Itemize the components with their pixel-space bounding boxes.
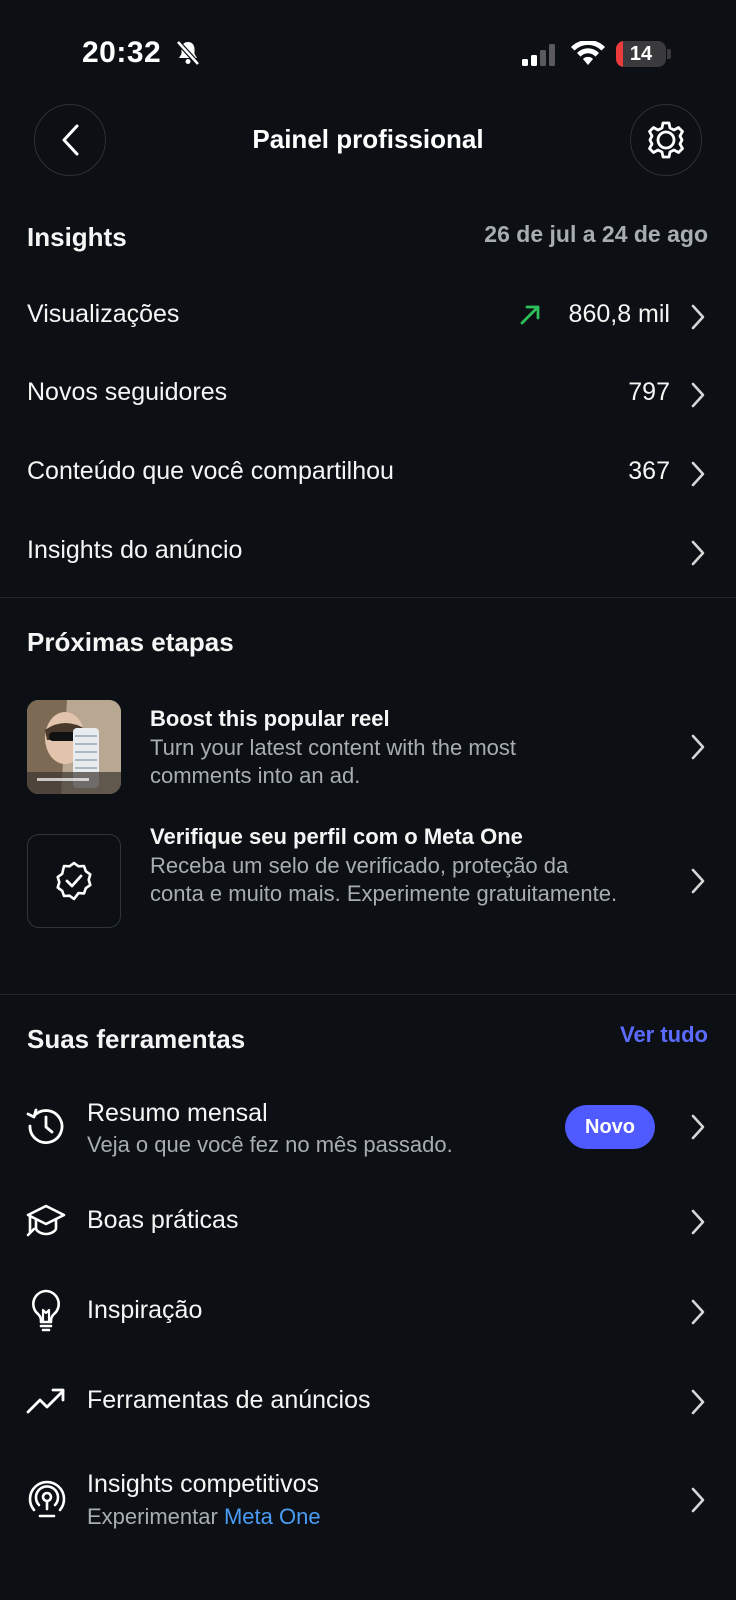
chevron-right-icon xyxy=(689,381,707,409)
reel-thumbnail xyxy=(27,700,121,794)
insights-title: Insights xyxy=(27,222,127,252)
try-prefix-text: Experimentar xyxy=(87,1504,218,1529)
gear-icon xyxy=(646,120,686,160)
tool-best-practices[interactable]: Boas práticas xyxy=(0,1178,736,1264)
chevron-right-icon xyxy=(689,867,707,895)
chevron-right-icon xyxy=(689,733,707,761)
section-divider xyxy=(0,994,736,995)
insights-row-value: 797 xyxy=(628,378,670,406)
chevron-right-icon xyxy=(689,303,707,331)
tool-ad-tools[interactable]: Ferramentas de anúncios xyxy=(0,1358,736,1444)
tools-title: Suas ferramentas xyxy=(27,1024,246,1054)
page-title: Painel profissional xyxy=(252,124,484,154)
chevron-right-icon xyxy=(689,460,707,488)
tool-inspiration[interactable]: Inspiração xyxy=(0,1268,736,1354)
tool-label: Resumo mensal xyxy=(87,1099,268,1127)
step-description: Turn your latest content with the most c… xyxy=(150,735,517,788)
chevron-right-icon xyxy=(689,1388,707,1416)
tool-subtitle: Experimentar Meta One xyxy=(87,1504,321,1530)
section-divider xyxy=(0,597,736,598)
status-time: 20:32 xyxy=(82,36,162,69)
insights-row-shared-content[interactable]: Conteúdo que você compartilhou 367 xyxy=(0,439,736,509)
meta-one-link[interactable]: Meta One xyxy=(224,1504,321,1529)
tool-monthly-summary[interactable]: Resumo mensal Veja o que você fez no mês… xyxy=(0,1082,736,1168)
trending-up-icon xyxy=(26,1384,66,1416)
tool-label: Insights competitivos xyxy=(87,1470,320,1498)
next-steps-title: Próximas etapas xyxy=(27,627,234,657)
battery-nub xyxy=(667,49,671,59)
chevron-right-icon xyxy=(689,1208,707,1236)
insights-row-followers[interactable]: Novos seguidores 797 xyxy=(0,360,736,430)
graduation-cap-icon xyxy=(26,1201,66,1241)
next-step-verify-meta-one[interactable]: Verifique seu perfil com o Meta One Rece… xyxy=(0,824,736,954)
chevron-right-icon xyxy=(689,539,707,567)
chevron-right-icon xyxy=(689,1486,707,1514)
chevron-right-icon xyxy=(689,1298,707,1326)
trend-up-arrow-icon xyxy=(518,303,542,327)
insights-row-label: Novos seguidores xyxy=(27,378,228,406)
settings-button[interactable] xyxy=(630,104,702,176)
insights-row-value: 860,8 mil xyxy=(568,300,670,328)
insights-row-views[interactable]: Visualizações 860,8 mil xyxy=(0,282,736,352)
cellular-signal-icon xyxy=(522,44,558,66)
step-description: Receba um selo de verificado, proteção d… xyxy=(150,853,618,906)
battery-level-text: 14 xyxy=(629,43,653,65)
insights-row-label: Visualizações xyxy=(27,300,180,328)
next-step-boost-reel[interactable]: Boost this popular reel Turn your latest… xyxy=(0,690,736,800)
insights-row-ad-insights[interactable]: Insights do anúncio xyxy=(0,518,736,588)
insights-date-range: 26 de jul a 24 de ago xyxy=(484,221,708,247)
history-icon xyxy=(26,1106,66,1146)
bell-slash-icon xyxy=(176,40,200,66)
lightbulb-icon xyxy=(28,1288,64,1332)
tool-label: Inspiração xyxy=(87,1296,203,1324)
step-title: Verifique seu perfil com o Meta One xyxy=(150,824,523,849)
battery-indicator: 14 xyxy=(616,41,666,67)
tool-competitive-insights[interactable]: Insights competitivos Experimentar Meta … xyxy=(0,1454,736,1540)
verified-badge-tile xyxy=(27,834,121,928)
new-badge: Novo xyxy=(565,1105,655,1149)
step-title: Boost this popular reel xyxy=(150,706,390,731)
insights-row-label: Insights do anúncio xyxy=(27,536,243,564)
tool-label: Ferramentas de anúncios xyxy=(87,1386,371,1414)
insights-row-value: 367 xyxy=(628,457,670,485)
tool-label: Boas práticas xyxy=(87,1206,239,1234)
wifi-icon xyxy=(571,41,605,67)
see-all-link[interactable]: Ver tudo xyxy=(620,1022,708,1048)
tool-subtitle: Veja o que você fez no mês passado. xyxy=(87,1132,453,1157)
verified-badge-icon xyxy=(53,860,95,902)
broadcast-icon xyxy=(26,1478,68,1520)
insights-row-label: Conteúdo que você compartilhou xyxy=(27,457,394,485)
chevron-right-icon xyxy=(689,1113,707,1141)
